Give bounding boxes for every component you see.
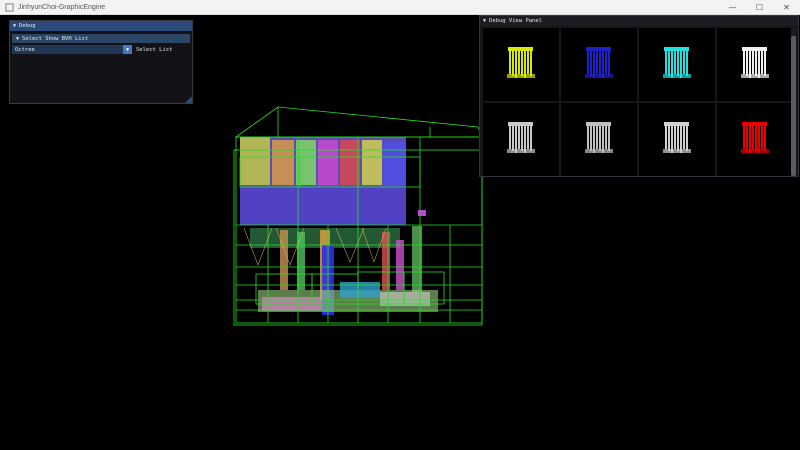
- thumbnail-image: [741, 47, 769, 78]
- bvh-list-header-label: Select Show BVH List: [22, 35, 89, 42]
- debug-view-panel-title: Debug View Panel: [489, 18, 542, 24]
- scrollbar-thumb[interactable]: [791, 36, 796, 176]
- debug-view-panel-titlebar[interactable]: ▼ Debug View Panel: [480, 16, 798, 26]
- collapse-triangle-icon[interactable]: ▼: [483, 18, 486, 24]
- thumbnail-diffuse-view[interactable]: [561, 103, 637, 176]
- thumbnail-image: [585, 47, 613, 78]
- thumbnail-image: [585, 122, 613, 153]
- thumbnail-shadow-view[interactable]: [717, 103, 793, 176]
- debug-window[interactable]: ▼ Debug ▼ Select Show BVH List Octree ▼ …: [9, 20, 193, 104]
- combo-dropdown-arrow-icon[interactable]: ▼: [123, 45, 132, 54]
- debug-window-titlebar[interactable]: ▼ Debug: [10, 21, 192, 31]
- maximize-button[interactable]: ☐: [746, 0, 773, 15]
- thumbnail-light-view[interactable]: [639, 103, 715, 176]
- window-controls: — ☐ ✕: [719, 0, 800, 15]
- panel-scrollbar[interactable]: [791, 28, 796, 176]
- close-button[interactable]: ✕: [773, 0, 800, 15]
- bvh-list-header[interactable]: ▼ Select Show BVH List: [12, 34, 190, 43]
- gbuffer-thumbnail-grid: [483, 28, 793, 176]
- thumbnail-image: [741, 122, 769, 153]
- thumbnail-image: [663, 122, 691, 153]
- bvh-select-combo[interactable]: Octree ▼: [12, 45, 132, 54]
- collapse-triangle-icon[interactable]: ▼: [13, 23, 16, 29]
- thumbnail-normal-view[interactable]: [561, 28, 637, 101]
- thumbnail-image: [507, 122, 535, 153]
- scene-geometry: [240, 137, 438, 315]
- thumbnail-albedo-view[interactable]: [483, 28, 559, 101]
- debug-view-panel[interactable]: ▼ Debug View Panel: [479, 15, 799, 177]
- thumbnail-specular-view[interactable]: [717, 28, 793, 101]
- expand-triangle-icon: ▼: [16, 35, 20, 42]
- debug-window-title: Debug: [19, 23, 36, 29]
- thumbnail-depth-view[interactable]: [483, 103, 559, 176]
- window-title: JinhyunChoi-GraphicEngine: [18, 3, 106, 11]
- resize-grip-icon[interactable]: [185, 96, 192, 103]
- combo-value: Octree: [15, 46, 35, 53]
- app-icon: [5, 2, 14, 12]
- minimize-button[interactable]: —: [719, 0, 746, 15]
- thumbnail-image: [663, 47, 691, 78]
- combo-label: Select List: [136, 46, 173, 53]
- window-titlebar: JinhyunChoi-GraphicEngine — ☐ ✕: [0, 0, 800, 15]
- bvh-select-row: Octree ▼ Select List: [12, 45, 190, 54]
- thumbnail-image: [507, 47, 535, 78]
- thumbnail-position-view[interactable]: [639, 28, 715, 101]
